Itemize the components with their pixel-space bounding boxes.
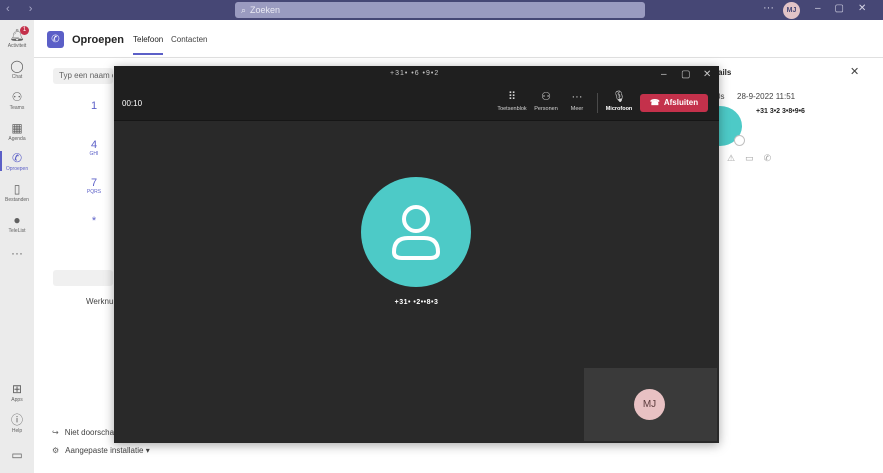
self-view: MJ <box>584 368 717 441</box>
device-icon[interactable]: ▭ <box>0 448 34 462</box>
close-icon[interactable]: ✕ <box>850 65 859 78</box>
hangup-button[interactable]: ☎ Afsluiten <box>640 94 708 112</box>
close-icon[interactable]: ✕ <box>703 69 711 80</box>
search-placeholder: Zoeken <box>250 5 281 15</box>
rail-more-icon[interactable]: ··· <box>0 246 34 260</box>
maximize-icon[interactable]: ▢ <box>681 69 690 80</box>
activity-badge: 1 <box>20 26 29 35</box>
rail-item-chat[interactable]: ◯ Chat <box>0 59 34 80</box>
dial-key-star[interactable]: * <box>84 215 104 227</box>
self-avatar: MJ <box>634 389 665 420</box>
caller-avatar <box>361 177 471 287</box>
rail-item-teams[interactable]: ⚇ Teams <box>0 90 34 111</box>
call-button-bar[interactable] <box>53 270 113 286</box>
nav-arrows[interactable]: ‹ › <box>6 3 40 15</box>
dialpad-panel: Typ een naam o 1 4 GHI 7 PQRS * Werknu <box>48 64 114 464</box>
calendar-icon: ▦ <box>11 121 23 135</box>
rail-item-calls[interactable]: ✆ Oproepen <box>0 151 34 172</box>
forward-icon: ↪ <box>52 428 59 437</box>
details-actions[interactable]: ⚠▭✆ <box>727 153 781 164</box>
tab-contacts[interactable]: Contacten <box>171 35 207 44</box>
dial-key-1[interactable]: 1 <box>84 100 104 112</box>
dial-input[interactable]: Typ een naam o <box>53 68 113 84</box>
call-window: +31• •6 •9•2 – ▢ ✕ 00:10 ⠿ Toetsenblok ⚇… <box>114 66 719 443</box>
custom-setup-option[interactable]: ⚙ Aangepaste installatie ▾ <box>52 446 150 455</box>
microphone-icon: 🎙︎ <box>612 91 626 103</box>
minimize-icon[interactable]: – <box>661 69 667 80</box>
app-header: ✆ Oproepen Telefoon Contacten <box>34 20 883 58</box>
rail-item-help[interactable]: ⓘ Help <box>0 413 34 434</box>
rail-item-calendar[interactable]: ▦ Agenda <box>0 121 34 142</box>
telelist-icon: ● <box>13 213 21 227</box>
rail-item-apps[interactable]: ⊞ Apps <box>0 382 34 403</box>
phone-icon: ✆ <box>11 151 23 165</box>
person-icon <box>392 205 440 260</box>
apps-icon: ⊞ <box>11 382 23 396</box>
window-controls[interactable]: –▢✕ <box>815 3 880 14</box>
call-timer: 00:10 <box>122 99 143 108</box>
caller-number: +31• •2••8•3 <box>394 299 439 306</box>
rail-item-files[interactable]: ▯ Bestanden <box>0 182 34 203</box>
user-avatar[interactable]: MJ <box>783 2 800 19</box>
details-title: ails <box>718 68 732 77</box>
work-label: Werknu <box>86 297 114 306</box>
help-icon: ⓘ <box>10 413 23 427</box>
call-toolbar: 00:10 ⠿ Toetsenblok ⚇ Personen ··· Meer … <box>114 85 719 121</box>
search-input[interactable]: ⌕ Zoeken <box>235 2 645 18</box>
call-window-title: +31• •6 •9•2 <box>390 70 440 77</box>
forwarding-option[interactable]: ↪ Niet doorscha <box>52 428 114 437</box>
gear-icon: ⚙ <box>52 446 60 455</box>
hangup-icon: ☎ <box>649 98 660 107</box>
more-button[interactable]: ··· Meer <box>557 91 597 112</box>
chat-icon: ◯ <box>10 59 24 73</box>
call-titlebar: +31• •6 •9•2 – ▢ ✕ <box>114 66 719 85</box>
presence-dot <box>734 135 745 146</box>
calls-logo-icon: ✆ <box>47 31 64 48</box>
ellipsis-icon[interactable]: ··· <box>763 2 774 14</box>
toolbar-divider <box>597 93 598 113</box>
call-stage: +31• •2••8•3 MJ <box>114 121 719 443</box>
ellipsis-icon: ··· <box>571 91 583 103</box>
title-bar: ‹ › ⌕ Zoeken ··· MJ –▢✕ <box>0 0 883 20</box>
details-date: 28-9-2022 11:51 <box>737 92 796 101</box>
rail-item-telelist[interactable]: ● TeleList <box>0 213 34 234</box>
search-icon: ⌕ <box>241 5 247 15</box>
page-title: Oproepen <box>72 34 124 46</box>
microphone-button[interactable]: 🎙︎ Microfoon <box>599 91 639 112</box>
teams-icon: ⚇ <box>11 90 23 104</box>
chevron-down-icon: ▾ <box>145 446 150 455</box>
details-number: +31 3•2 3•8•9•6 <box>756 108 805 115</box>
tab-phone[interactable]: Telefoon <box>133 35 164 55</box>
dial-key-7[interactable]: 7 PQRS <box>84 177 104 195</box>
dial-key-4[interactable]: 4 GHI <box>84 139 104 157</box>
file-icon: ▯ <box>13 182 21 196</box>
rail-item-activity[interactable]: 🔔︎ 1 Activiteit <box>0 26 34 49</box>
left-rail: 🔔︎ 1 Activiteit ◯ Chat ⚇ Teams ▦ Agenda … <box>0 20 34 473</box>
